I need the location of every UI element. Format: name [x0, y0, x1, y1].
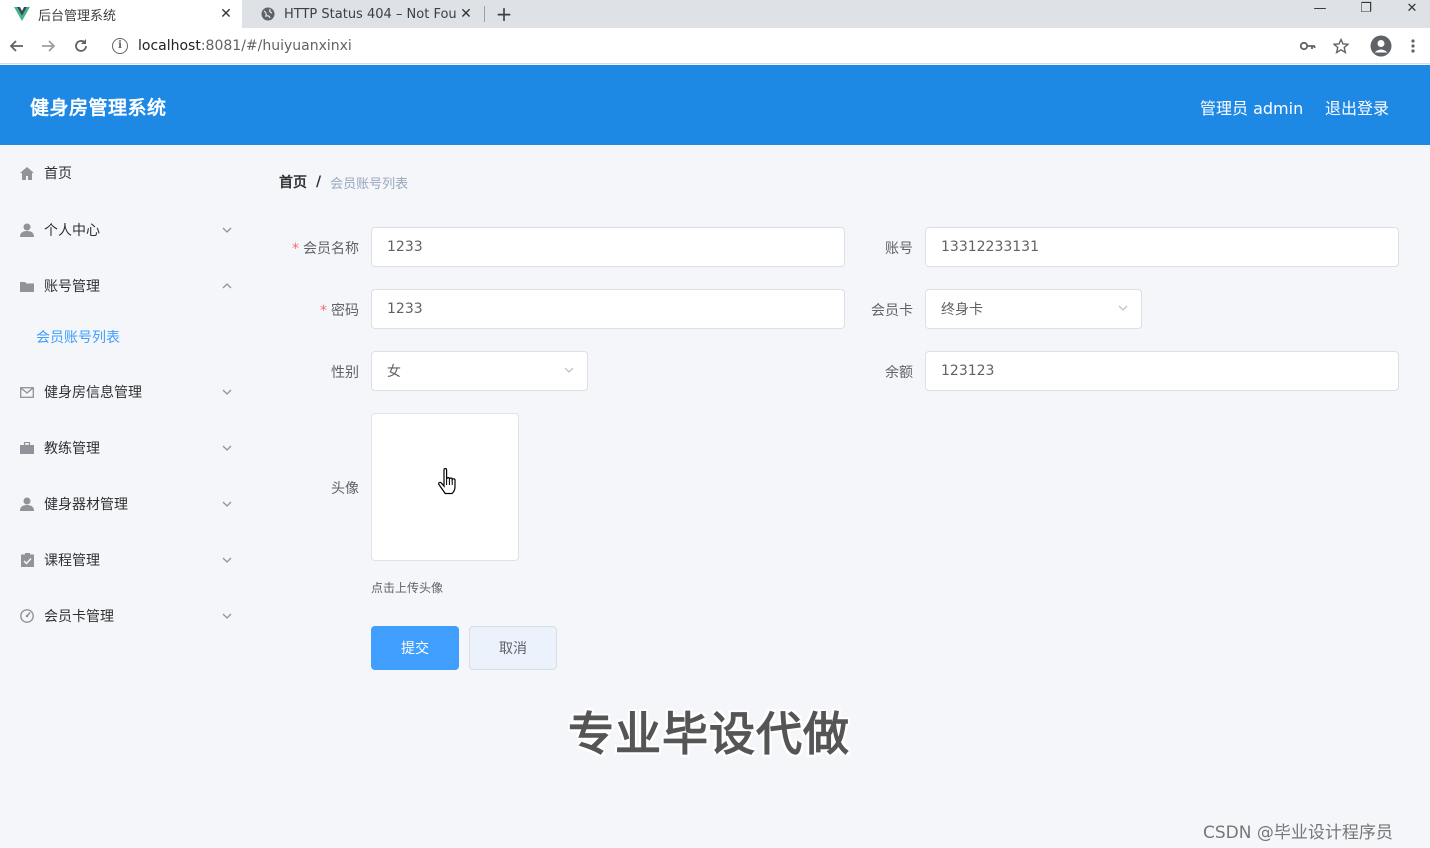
chevron-down-icon: [563, 364, 575, 376]
sidebar-item-label: 账号管理: [44, 279, 100, 295]
mail-icon: [19, 384, 35, 400]
sidebar-item-account-management[interactable]: 账号管理: [0, 258, 254, 314]
hand-cursor-icon: [437, 467, 457, 500]
gender-select[interactable]: 女: [371, 351, 588, 391]
chevron-down-icon: [220, 225, 234, 236]
browser-tab-bar: 后台管理系统 ✕ HTTP Status 404 – Not Found ✕ +…: [0, 0, 1430, 28]
vue-logo-icon: [14, 6, 30, 22]
balance-input[interactable]: 123123: [925, 351, 1399, 391]
watermark-text: 专业毕设代做: [568, 707, 850, 761]
app-header: 健身房管理系统 管理员 admin 退出登录: [0, 65, 1430, 145]
site-info-icon[interactable]: i: [112, 38, 128, 54]
sidebar-item-member-card-management[interactable]: 会员卡管理: [0, 588, 254, 644]
gender-label: 性别: [331, 365, 359, 381]
close-window-button[interactable]: ✕: [1389, 0, 1430, 20]
globe-icon: [260, 6, 276, 22]
sidebar-item-label: 个人中心: [44, 223, 100, 239]
sidebar-item-label: 课程管理: [44, 553, 100, 569]
browser-tab-inactive[interactable]: HTTP Status 404 – Not Found ✕: [246, 0, 482, 28]
browser-tab-title: 后台管理系统: [38, 8, 117, 24]
member-card-select[interactable]: 终身卡: [925, 289, 1142, 329]
tab-close-icon[interactable]: ✕: [456, 6, 476, 22]
password-label: * 密码: [320, 303, 359, 319]
chevron-up-icon: [220, 281, 234, 292]
sidebar-item-home[interactable]: 首页: [0, 145, 254, 201]
submit-button[interactable]: 提交: [371, 626, 459, 670]
sidebar-item-course-management[interactable]: 课程管理: [0, 532, 254, 588]
reload-icon[interactable]: [71, 36, 91, 56]
breadcrumb-separator: /: [316, 174, 322, 190]
account-input[interactable]: 13312233131: [925, 227, 1399, 267]
back-icon[interactable]: [7, 36, 27, 56]
account-label: 账号: [885, 241, 913, 257]
checklist-icon: [19, 552, 35, 568]
new-tab-button[interactable]: +: [494, 2, 514, 26]
sidebar-subitem-member-accounts[interactable]: 会员账号列表: [0, 312, 254, 362]
avatar-label: 头像: [331, 481, 359, 497]
browser-tab-active[interactable]: 后台管理系统 ✕: [0, 0, 242, 28]
balance-label: 余额: [885, 365, 913, 381]
sidebar-menu: 首页 个人中心 账号管理 会员账号列表 健身房信息管理 教练管理 健身器材管理 …: [0, 145, 254, 848]
member-card-label: 会员卡: [871, 303, 913, 319]
sidebar-item-label: 首页: [44, 166, 72, 182]
breadcrumb-current: 会员账号列表: [330, 176, 409, 192]
gauge-icon: [19, 608, 35, 624]
url-field[interactable]: i localhost:8081/#/huiyuanxinxi: [104, 32, 1360, 60]
sidebar-item-label: 健身器材管理: [44, 497, 128, 513]
key-icon[interactable]: [1299, 37, 1317, 55]
folder-icon: [19, 278, 35, 294]
sidebar-item-coach-management[interactable]: 教练管理: [0, 420, 254, 476]
logout-link[interactable]: 退出登录: [1325, 95, 1389, 119]
member-name-input[interactable]: 1233: [371, 227, 845, 267]
current-user: 管理员 admin: [1200, 99, 1304, 118]
sidebar-item-label: 教练管理: [44, 441, 100, 457]
password-input[interactable]: 1233: [371, 289, 845, 329]
chevron-down-icon: [220, 443, 234, 454]
chevron-down-icon: [220, 555, 234, 566]
browser-tab-title: HTTP Status 404 – Not Found: [284, 6, 456, 22]
chevron-down-icon: [220, 387, 234, 398]
sidebar-item-personal-center[interactable]: 个人中心: [0, 202, 254, 258]
gender-value: 女: [387, 364, 401, 380]
sidebar-item-equipment-management[interactable]: 健身器材管理: [0, 476, 254, 532]
sidebar-item-gym-info[interactable]: 健身房信息管理: [0, 364, 254, 420]
home-icon: [19, 165, 35, 181]
cancel-button[interactable]: 取消: [469, 626, 557, 670]
url-path: :8081/#/huiyuanxinxi: [200, 38, 352, 54]
bookmark-star-icon[interactable]: [1332, 37, 1350, 55]
tab-close-icon[interactable]: ✕: [216, 6, 236, 22]
address-bar: i localhost:8081/#/huiyuanxinxi: [0, 28, 1430, 64]
breadcrumb-home[interactable]: 首页: [279, 172, 307, 192]
upload-tip: 点击上传头像: [371, 581, 444, 595]
forward-icon[interactable]: [38, 36, 58, 56]
required-mark: *: [292, 241, 299, 257]
sidebar-item-label: 会员卡管理: [44, 609, 114, 625]
briefcase-icon: [19, 440, 35, 456]
restore-button[interactable]: ❐: [1343, 0, 1389, 20]
chevron-down-icon: [220, 611, 234, 622]
csdn-credit: CSDN @毕业设计程序员: [1203, 823, 1393, 843]
required-mark: *: [320, 303, 327, 319]
profile-avatar-icon[interactable]: [1370, 35, 1392, 57]
breadcrumb: 首页 / 会员账号列表: [279, 172, 408, 192]
member-name-label: * 会员名称: [292, 241, 359, 257]
browser-menu-icon[interactable]: [1404, 37, 1422, 55]
url-host: localhost: [138, 38, 201, 54]
sidebar-item-label: 健身房信息管理: [44, 385, 142, 401]
user-icon: [19, 496, 35, 512]
minimize-button[interactable]: —: [1297, 0, 1343, 20]
chevron-down-icon: [220, 499, 234, 510]
chevron-down-icon: [1117, 302, 1129, 314]
member-card-value: 终身卡: [941, 302, 983, 318]
user-icon: [19, 222, 35, 238]
app-title: 健身房管理系统: [30, 97, 167, 119]
tab-divider: [484, 6, 485, 22]
